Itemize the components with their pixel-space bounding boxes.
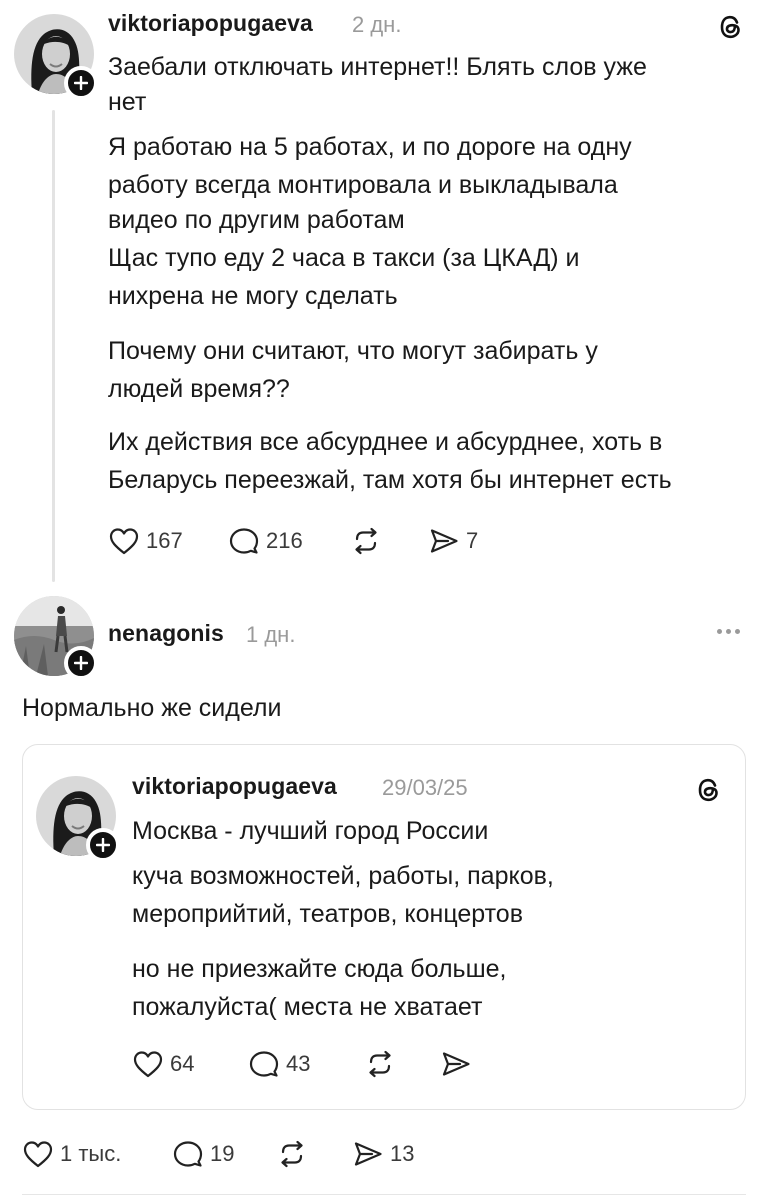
like-count: 1 тыс.: [60, 1141, 122, 1166]
send-icon: [354, 1142, 382, 1166]
share-button[interactable]: 13: [352, 1139, 414, 1169]
thread-line: [52, 110, 55, 582]
post-line: мероприйтий, театров, концертов: [132, 900, 523, 928]
comment-button[interactable]: 19: [172, 1139, 234, 1169]
repost-icon: [281, 1140, 303, 1168]
plus-icon: [96, 838, 110, 852]
more-options-icon[interactable]: [717, 629, 740, 634]
comment-count: 43: [286, 1051, 311, 1076]
timestamp: 29/03/25: [382, 775, 468, 800]
follow-button[interactable]: [86, 828, 120, 862]
repost-button[interactable]: [350, 526, 382, 556]
post-line: Я работаю на 5 работах, и по дороге на о…: [108, 133, 632, 161]
post-line: Их действия все абсурднее и абсурднее, х…: [108, 428, 663, 456]
repost-icon: [369, 1050, 391, 1078]
send-icon: [442, 1052, 470, 1076]
share-button[interactable]: [440, 1049, 472, 1079]
username[interactable]: viktoriapopugaeva: [108, 10, 313, 37]
comment-button[interactable]: 216: [228, 526, 303, 556]
post-line: нихрена не могу сделать: [108, 282, 398, 310]
follow-button[interactable]: [64, 646, 98, 680]
post-line: пожалуйста( места не хватает: [132, 993, 483, 1021]
divider: [22, 1194, 746, 1195]
post-line: нет: [108, 88, 147, 116]
post-line: Заебали отключать интернет!! Блять слов …: [108, 53, 647, 81]
post-line: Беларусь переезжай, там хотя бы интернет…: [108, 466, 672, 494]
like-button[interactable]: 1 тыс.: [22, 1139, 121, 1169]
share-count: 13: [390, 1141, 415, 1166]
like-count: 64: [170, 1051, 195, 1076]
repost-button[interactable]: [364, 1049, 396, 1079]
username[interactable]: viktoriapopugaeva: [132, 773, 337, 800]
quoted-post-text: Москва - лучший город России куча возмож…: [132, 814, 554, 1025]
plus-icon: [74, 76, 88, 90]
comment-icon: [173, 1141, 203, 1167]
post-line: Москва - лучший город России: [132, 817, 489, 845]
heart-icon: [133, 1051, 163, 1078]
plus-icon: [74, 656, 88, 670]
share-count: 7: [466, 528, 479, 553]
post-line: куча возможностей, работы, парков,: [132, 862, 554, 890]
post-line: но не приезжайте сюда больше,: [132, 955, 507, 983]
post-line: видео по другим работам: [108, 206, 405, 234]
heart-icon: [23, 1141, 53, 1168]
post-line: работу всегда монтировала и выкладывала: [108, 171, 618, 199]
like-button[interactable]: 167: [108, 526, 183, 556]
threads-logo-icon[interactable]: [694, 775, 724, 805]
like-button[interactable]: 64: [132, 1049, 194, 1079]
post-text: Заебали отключать интернет!! Блять слов …: [108, 50, 672, 498]
comment-count: 19: [210, 1141, 235, 1166]
timestamp: 2 дн.: [352, 12, 402, 37]
send-icon: [430, 529, 458, 553]
post-line: людей время??: [108, 375, 290, 403]
repost-button[interactable]: [276, 1139, 308, 1169]
post-line: Щас тупо еду 2 часа в такси (за ЦКАД) и: [108, 244, 580, 272]
comment-count: 216: [266, 528, 303, 553]
repost-icon: [355, 527, 377, 555]
post-text: Нормально же сидели: [22, 691, 281, 726]
timestamp: 1 дн.: [246, 622, 296, 647]
threads-logo-icon[interactable]: [716, 12, 746, 42]
comment-button[interactable]: 43: [248, 1049, 310, 1079]
username[interactable]: nenagonis: [108, 620, 224, 647]
share-button[interactable]: 7: [428, 526, 478, 556]
like-count: 167: [146, 528, 183, 553]
comment-icon: [229, 528, 259, 554]
post-line: Почему они считают, что могут забирать у: [108, 337, 598, 365]
follow-button[interactable]: [64, 66, 98, 100]
comment-icon: [249, 1051, 279, 1077]
heart-icon: [109, 528, 139, 555]
post-line: Нормально же сидели: [22, 694, 282, 722]
